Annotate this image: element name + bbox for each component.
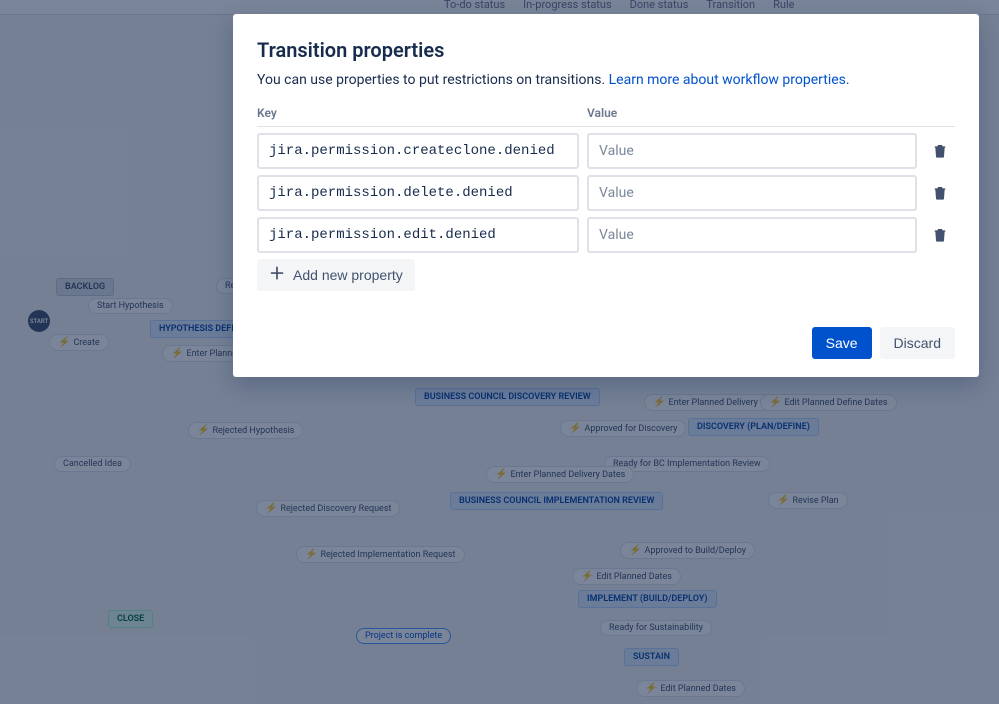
modal-description-tail: . <box>846 72 850 88</box>
add-new-property-button[interactable]: ＋ Add new property <box>257 259 415 291</box>
property-row <box>257 175 955 211</box>
save-button[interactable]: Save <box>812 327 872 359</box>
property-value-input[interactable] <box>587 133 917 169</box>
modal-title: Transition properties <box>257 38 955 62</box>
delete-property-button[interactable] <box>925 227 955 243</box>
plus-icon: ＋ <box>269 267 285 283</box>
learn-more-link[interactable]: Learn more about workflow properties <box>609 72 846 88</box>
properties-header-row: Key Value <box>257 106 955 127</box>
trash-icon <box>932 227 948 243</box>
property-row <box>257 217 955 253</box>
header-key: Key <box>257 106 579 120</box>
header-value: Value <box>587 106 925 120</box>
property-row <box>257 133 955 169</box>
trash-icon <box>932 185 948 201</box>
property-key-input[interactable] <box>257 175 579 211</box>
property-key-input[interactable] <box>257 133 579 169</box>
property-value-input[interactable] <box>587 217 917 253</box>
modal-description-text: You can use properties to put restrictio… <box>257 72 609 88</box>
add-new-label: Add new property <box>293 267 403 283</box>
transition-properties-modal: Transition properties You can use proper… <box>233 14 979 377</box>
property-value-input[interactable] <box>587 175 917 211</box>
delete-property-button[interactable] <box>925 143 955 159</box>
properties-table: Key Value <box>257 106 955 253</box>
modal-description: You can use properties to put restrictio… <box>257 72 955 88</box>
delete-property-button[interactable] <box>925 185 955 201</box>
trash-icon <box>932 143 948 159</box>
modal-footer: Save Discard <box>257 327 955 359</box>
discard-button[interactable]: Discard <box>880 327 955 359</box>
header-spacer <box>925 106 955 120</box>
property-key-input[interactable] <box>257 217 579 253</box>
